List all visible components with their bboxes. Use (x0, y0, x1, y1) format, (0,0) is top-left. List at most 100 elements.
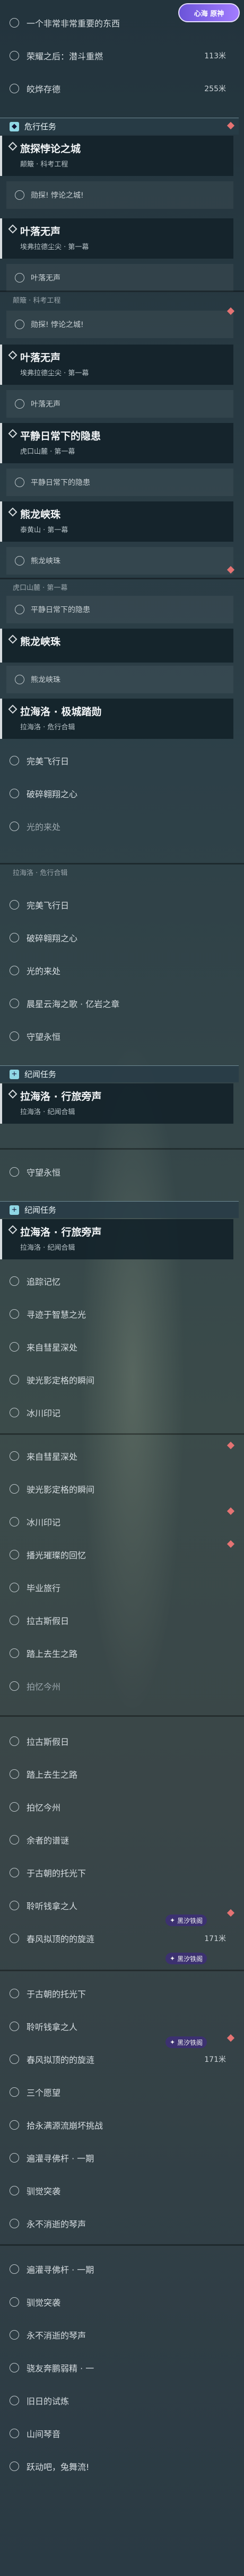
quest-item[interactable]: 驶光影定格的瞬间 (0, 1363, 233, 1396)
quest-item[interactable]: 拾永满源流崩坏挑战 (0, 2109, 233, 2141)
quest-item[interactable]: 寻迹于智慧之光 (0, 1298, 233, 1330)
section-header[interactable]: + 纪闻任务 (0, 1201, 239, 1218)
quest-item[interactable]: 拍忆今州 (0, 1670, 233, 1702)
quest-marker-icon (10, 18, 19, 28)
quest-item[interactable]: 旧日的试炼 (0, 2384, 233, 2417)
quest-label: 冰川印记 (27, 1518, 61, 1528)
card-title: 拉海洛 · 行旅旁声 (20, 1091, 102, 1102)
quest-item[interactable]: 驯觉突袭 (0, 2286, 233, 2318)
quest-label: 拉海洛 · 危行合辑 (13, 869, 68, 877)
quest-distance: 171米 (204, 1935, 226, 1943)
quest-marker-icon (10, 900, 19, 910)
divider (0, 1148, 244, 1150)
quest-item[interactable]: 破碎翱翔之心 (0, 921, 233, 954)
quest-item[interactable]: 完美飞行日 (0, 744, 233, 777)
quest-item[interactable]: 山间琴音 (0, 2417, 233, 2450)
quest-item[interactable]: 冰川印记 (0, 1396, 233, 1429)
quest-item[interactable]: 守望永恒 (0, 1020, 233, 1053)
quest-item[interactable]: 遍灌寻佛杆 · 一期 (0, 2141, 233, 2174)
quest-card[interactable]: 平静日常下的隐患 虎口山麓 · 第一幕 (0, 423, 233, 463)
sub-objective[interactable]: 勋探! 悖论之城! (6, 181, 233, 209)
quest-marker-icon (10, 2219, 19, 2228)
sub-objective[interactable]: 平静日常下的隐患 (6, 596, 233, 623)
quest-label: 晨星云海之歌 · 亿岩之章 (27, 999, 120, 1009)
pin-icon (8, 634, 18, 644)
card-subtitle: 埃弗拉德尘尖 · 第一幕 (20, 369, 89, 377)
quest-card[interactable]: 熊龙峡珠 泰黄山 · 第一幕 (0, 501, 233, 542)
quest-label: 拉古斯假日 (27, 1616, 69, 1626)
quest-item[interactable]: 皎烨存德 255米 (0, 72, 233, 105)
quest-item[interactable]: 三个愿望 (0, 2076, 233, 2109)
quest-marker-icon (10, 966, 19, 975)
quest-item[interactable]: 踏上去生之路 (0, 1758, 233, 1790)
pin-icon (8, 224, 18, 234)
quest-label: 来自彗星深处 (27, 1343, 78, 1353)
sub-objective[interactable]: 叶落无声 (6, 390, 233, 418)
quest-item[interactable]: 拍忆今州 (0, 1790, 233, 1823)
quest-item[interactable]: 来自彗星深处 (0, 1440, 233, 1472)
section-title: 危行任务 (24, 122, 57, 131)
quest-label: 驶光影定格的瞬间 (27, 1375, 95, 1386)
sub-objective[interactable]: 勋探! 悖论之城! (6, 311, 233, 338)
quest-item[interactable]: 永不消逝的琴声 (0, 2318, 233, 2351)
quest-card[interactable]: 拉海洛 · 行旅旁声 拉海洛 · 纪闻合辑 (0, 1083, 233, 1124)
quest-item[interactable]: 完美飞行日 (0, 888, 233, 921)
quest-item[interactable]: 驶光影定格的瞬间 (0, 1472, 233, 1505)
sub-objective[interactable]: 熊龙峡珠 (6, 666, 233, 693)
quest-item[interactable]: 跃动吧，兔舞流! (0, 2450, 233, 2483)
quest-item[interactable]: 一个非常非常重要的东西 (0, 6, 233, 39)
quest-item[interactable]: 破碎翱翔之心 (0, 777, 233, 810)
location-tag[interactable]: ✦ 黑汐铁阁 (165, 1953, 207, 1964)
section-header[interactable]: + 纪闻任务 (0, 1065, 239, 1082)
quest-marker-icon (10, 1451, 19, 1461)
quest-item[interactable]: 永不消逝的琴声 (0, 2207, 233, 2240)
quest-label: 遍灌寻佛杆 · 一期 (27, 2265, 94, 2275)
quest-card[interactable]: 熊龙峡珠 (0, 629, 233, 663)
quest-item[interactable]: 春风拟顶的的旋涟 171米 (0, 1922, 233, 1955)
sub-objective[interactable]: 熊龙峡珠 (6, 547, 233, 575)
quest-item[interactable]: 于古朝的托光下 (0, 1856, 233, 1889)
quest-label: 完美飞行日 (27, 756, 69, 766)
quest-label: 拍忆今州 (27, 1803, 61, 1813)
quest-label: 毕业旅行 (27, 1583, 61, 1593)
quest-item[interactable]: 追踪记忆 (0, 1265, 233, 1298)
quest-item[interactable]: 播光璀璨的回忆 (0, 1538, 233, 1571)
quest-item[interactable]: 来自彗星深处 (0, 1330, 233, 1363)
quest-marker-icon (10, 1167, 19, 1177)
quest-card[interactable]: 叶落无声 埃弗拉德尘尖 · 第一幕 (0, 345, 233, 385)
quest-label: 余者的谱谜 (27, 1836, 69, 1846)
quest-item[interactable]: 踏上去生之路 (0, 1637, 233, 1670)
quest-marker-icon (10, 1276, 19, 1286)
pin-icon (8, 350, 18, 360)
quest-item[interactable]: 于古朝的托光下 (0, 1977, 233, 2010)
quest-label: 虎口山麓 · 第一幕 (13, 584, 68, 592)
quest-label: 山间琴音 (27, 2429, 61, 2439)
quest-marker-icon (10, 1309, 19, 1319)
section-header[interactable]: ◆ 危行任务 (0, 118, 239, 135)
quest-item[interactable]: 拉古斯假日 (0, 1725, 233, 1758)
quest-item[interactable]: 骁友奔鹏弱精 · 一 (0, 2351, 233, 2384)
sub-objective[interactable]: 平静日常下的隐患 (6, 469, 233, 496)
objective-icon (15, 478, 24, 487)
quest-card[interactable]: 旅探悖论之城 颠簸 · 科考工程 (0, 136, 233, 176)
quest-item[interactable]: 驯觉突袭 (0, 2174, 233, 2207)
quest-item[interactable]: 荣耀之后：潜斗重燃 113米 (0, 39, 233, 72)
quest-item[interactable]: 光的来处 (0, 810, 233, 843)
quest-card[interactable]: 拉海洛 · 极城踏勋 拉海洛 · 危行合辑 (0, 699, 233, 739)
quest-card[interactable]: 叶落无声 埃弗拉德尘尖 · 第一幕 (0, 218, 233, 259)
quest-item[interactable]: 余者的谱谜 (0, 1823, 233, 1856)
quest-item[interactable]: 冰川印记 (0, 1505, 233, 1538)
quest-label: 追踪记忆 (27, 1277, 61, 1287)
sub-objective[interactable]: 叶落无声 (6, 264, 233, 292)
quest-item[interactable]: 拉古斯假日 (0, 1604, 233, 1637)
quest-item[interactable]: 光的来处 (0, 954, 233, 987)
quest-item[interactable]: 毕业旅行 (0, 1571, 233, 1604)
quest-item[interactable]: 晨星云海之歌 · 亿岩之章 (0, 987, 233, 1020)
quest-marker-icon (10, 999, 19, 1008)
quest-item[interactable]: 守望永恒 (0, 1155, 233, 1188)
quest-card[interactable]: 拉海洛 · 行旅旁声 拉海洛 · 纪闻合辑 (0, 1219, 233, 1259)
divider (0, 2244, 244, 2246)
quest-item[interactable]: 遍灌寻佛杆 · 一期 (0, 2253, 233, 2286)
quest-item[interactable]: 春风拟顶的的旋涟 171米 (0, 2043, 233, 2076)
quest-label: 光的来处 (27, 966, 61, 976)
